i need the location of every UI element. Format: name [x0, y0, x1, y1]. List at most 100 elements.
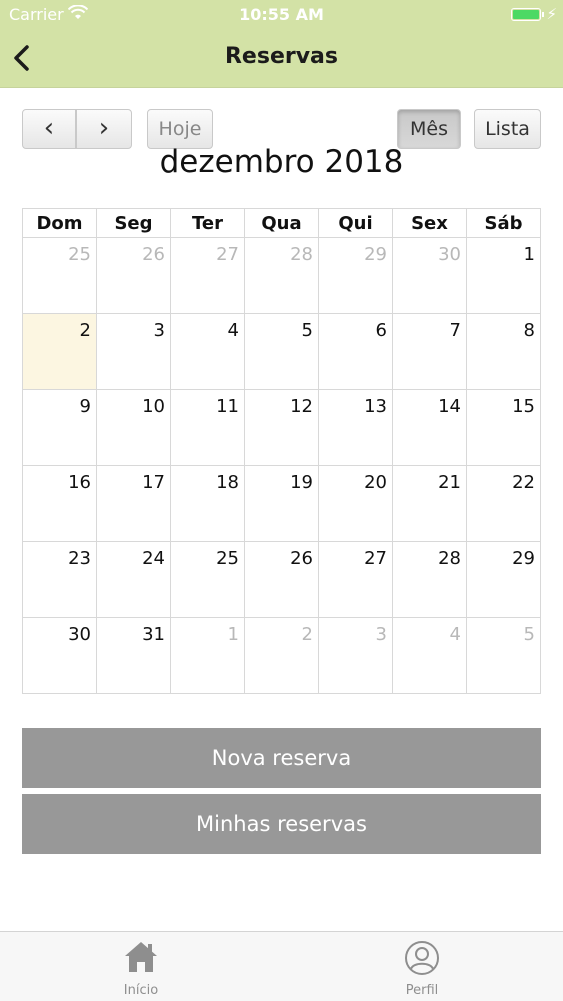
day-number: 29	[364, 244, 387, 265]
calendar-day[interactable]: 30	[22, 617, 97, 694]
weekday-header-row: Dom Seg Ter Qua Qui Sex Sáb	[22, 208, 541, 238]
day-number: 7	[449, 320, 461, 341]
calendar-day[interactable]: 9	[22, 389, 97, 466]
calendar-day-other-month[interactable]: 2	[244, 617, 319, 694]
day-number: 10	[142, 396, 165, 417]
day-number: 3	[375, 624, 387, 645]
day-number: 31	[142, 624, 165, 645]
calendar-day[interactable]: 12	[244, 389, 319, 466]
calendar-grid: 25 26 27 28 29 30 1 2 3 4 5 6 7 8 9 10 11 12 13 14 15 16 17 18 1…	[22, 237, 541, 694]
month-view-button[interactable]: Mês	[397, 109, 461, 149]
user-circle-icon	[405, 941, 439, 975]
day-number: 20	[364, 472, 387, 493]
tab-profile-label: Perfil	[405, 983, 439, 998]
day-number: 28	[438, 548, 461, 569]
calendar-day[interactable]: 4	[170, 313, 245, 390]
calendar-day[interactable]: 15	[466, 389, 541, 466]
calendar-day-other-month[interactable]: 3	[318, 617, 393, 694]
calendar-day[interactable]: 10	[96, 389, 171, 466]
calendar-day[interactable]: 3	[96, 313, 171, 390]
navigation-bar: Reservas	[0, 30, 563, 88]
calendar-week-row: 2 3 4 5 6 7 8	[22, 313, 541, 390]
calendar-day-other-month[interactable]: 27	[170, 237, 245, 314]
calendar-day[interactable]: 28	[392, 541, 467, 618]
page-title: Reservas	[224, 44, 338, 69]
day-number: 1	[523, 244, 535, 265]
calendar-day-other-month[interactable]: 28	[244, 237, 319, 314]
day-number: 23	[68, 548, 91, 569]
day-number: 3	[153, 320, 165, 341]
calendar-day[interactable]: 20	[318, 465, 393, 542]
new-reservation-button[interactable]: Nova reserva	[22, 728, 541, 788]
day-number: 1	[227, 624, 239, 645]
day-number: 26	[142, 244, 165, 265]
day-number: 24	[142, 548, 165, 569]
calendar-day-today[interactable]: 2	[22, 313, 97, 390]
calendar-day-other-month[interactable]: 5	[466, 617, 541, 694]
calendar-day[interactable]: 26	[244, 541, 319, 618]
day-number: 26	[290, 548, 313, 569]
calendar-day[interactable]: 31	[96, 617, 171, 694]
calendar-day[interactable]: 16	[22, 465, 97, 542]
prev-month-button[interactable]: ‹	[22, 109, 76, 149]
tab-profile[interactable]: Perfil	[352, 932, 492, 1001]
weekday-header: Dom	[22, 208, 97, 238]
my-reservations-button[interactable]: Minhas reservas	[22, 794, 541, 854]
day-number: 12	[290, 396, 313, 417]
day-number: 17	[142, 472, 165, 493]
calendar-day[interactable]: 22	[466, 465, 541, 542]
calendar-day[interactable]: 23	[22, 541, 97, 618]
today-button[interactable]: Hoje	[147, 109, 213, 149]
calendar-day[interactable]: 13	[318, 389, 393, 466]
weekday-header: Sex	[392, 208, 467, 238]
calendar-day[interactable]: 14	[392, 389, 467, 466]
weekday-header: Qua	[244, 208, 319, 238]
calendar-day[interactable]: 21	[392, 465, 467, 542]
calendar-day[interactable]: 6	[318, 313, 393, 390]
next-month-button[interactable]: ›	[76, 109, 132, 149]
day-number: 21	[438, 472, 461, 493]
battery-icon	[511, 8, 544, 21]
clock: 10:55 AM	[239, 5, 324, 24]
weekday-header: Seg	[96, 208, 171, 238]
day-number: 16	[68, 472, 91, 493]
calendar-day[interactable]: 27	[318, 541, 393, 618]
calendar-day[interactable]: 7	[392, 313, 467, 390]
calendar-day-other-month[interactable]: 30	[392, 237, 467, 314]
calendar-day[interactable]: 18	[170, 465, 245, 542]
weekday-header: Sáb	[466, 208, 541, 238]
calendar-day-other-month[interactable]: 26	[96, 237, 171, 314]
tab-home[interactable]: Início	[71, 932, 211, 1001]
calendar-week-row: 30 31 1 2 3 4 5	[22, 617, 541, 694]
calendar-day[interactable]: 8	[466, 313, 541, 390]
calendar-day[interactable]: 25	[170, 541, 245, 618]
day-number: 30	[68, 624, 91, 645]
calendar-day[interactable]: 24	[96, 541, 171, 618]
day-number: 30	[438, 244, 461, 265]
calendar-day-other-month[interactable]: 25	[22, 237, 97, 314]
tab-home-label: Início	[123, 983, 159, 998]
day-number: 29	[512, 548, 535, 569]
day-number: 22	[512, 472, 535, 493]
calendar-day[interactable]: 11	[170, 389, 245, 466]
day-number: 4	[227, 320, 239, 341]
calendar-day-other-month[interactable]: 29	[318, 237, 393, 314]
calendar-day-other-month[interactable]: 4	[392, 617, 467, 694]
calendar-day-other-month[interactable]: 1	[170, 617, 245, 694]
tab-bar: Início Perfil	[0, 931, 563, 1001]
day-number: 5	[301, 320, 313, 341]
list-view-button[interactable]: Lista	[474, 109, 541, 149]
day-number: 18	[216, 472, 239, 493]
calendar-day[interactable]: 17	[96, 465, 171, 542]
month-title: dezembro 2018	[159, 144, 404, 180]
day-number: 28	[290, 244, 313, 265]
day-number: 25	[216, 548, 239, 569]
day-number: 19	[290, 472, 313, 493]
calendar-day[interactable]: 5	[244, 313, 319, 390]
calendar-day[interactable]: 1	[466, 237, 541, 314]
day-number: 2	[301, 624, 313, 645]
charging-icon: ⚡	[546, 5, 557, 23]
day-number: 27	[364, 548, 387, 569]
calendar-day[interactable]: 29	[466, 541, 541, 618]
calendar-day[interactable]: 19	[244, 465, 319, 542]
